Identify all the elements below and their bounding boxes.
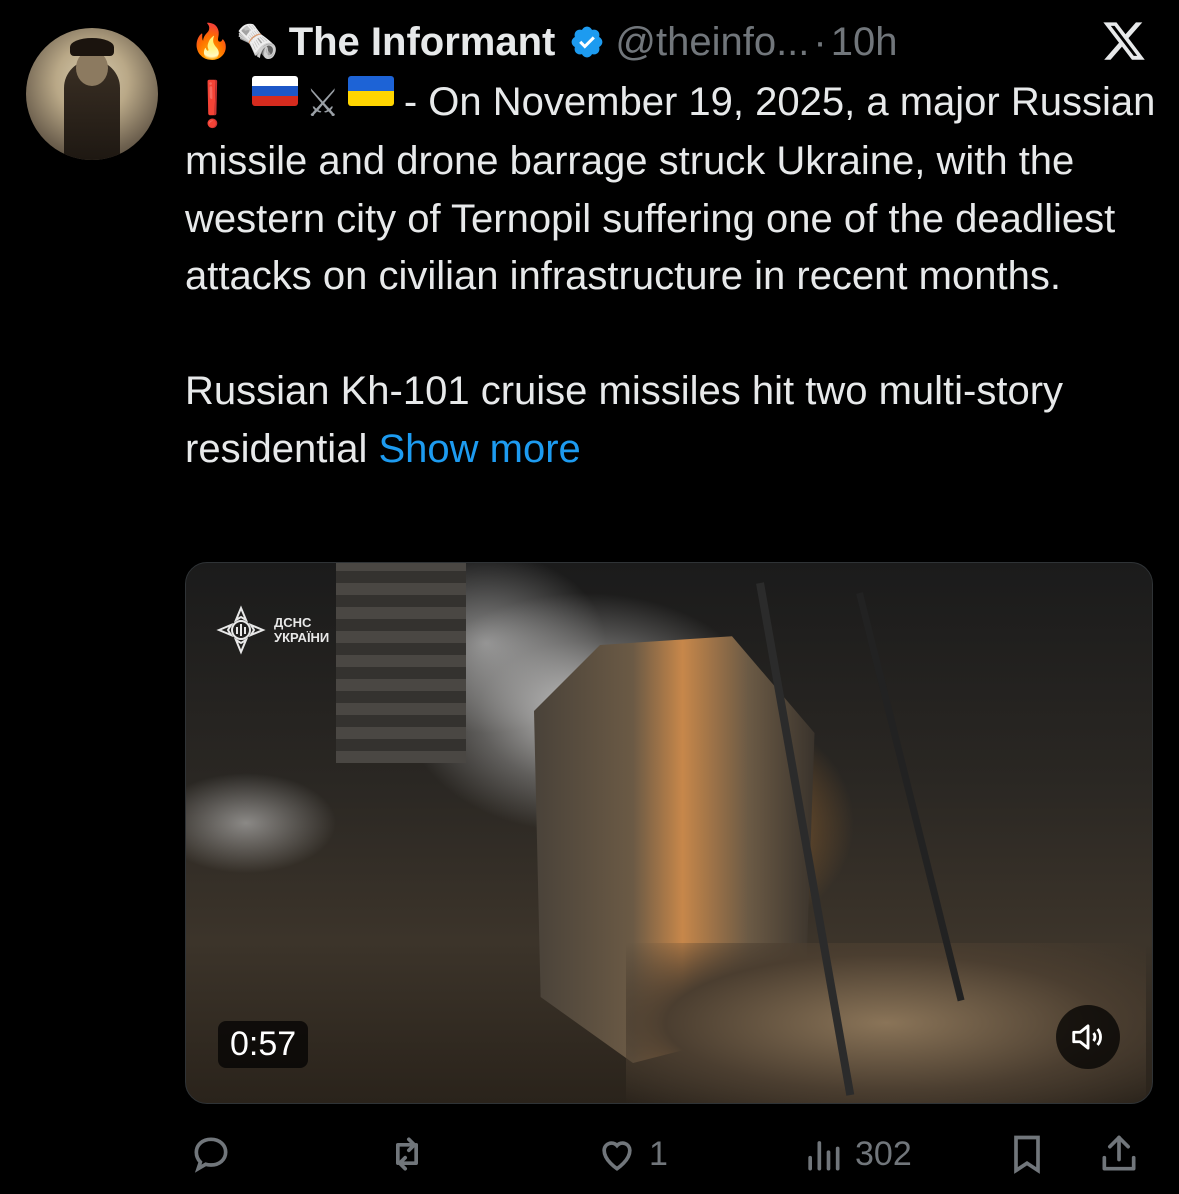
video-duration: 0:57: [218, 1021, 309, 1068]
heart-icon: [602, 1141, 632, 1171]
crane-boom-secondary: [856, 592, 965, 1002]
verified-badge-icon: [571, 26, 603, 58]
flags-row: ⚔: [251, 75, 394, 134]
fire-icon: 🔥: [190, 23, 233, 61]
dsns-line1: ДСНС: [274, 615, 312, 630]
dsns-watermark: ДСНС УКРАЇНИ: [216, 605, 329, 655]
avatar[interactable]: [26, 28, 158, 160]
tweet-body: ❗ ⚔ - On November 19, 2025, a major Russia…: [185, 74, 1160, 478]
dsns-emblem-icon: [216, 605, 266, 655]
show-more-link[interactable]: Show more: [378, 427, 580, 471]
sound-toggle-button[interactable]: [1056, 1005, 1120, 1069]
share-icon: [1102, 1135, 1136, 1171]
user-handle[interactable]: @theinfo...: [615, 20, 809, 65]
ukraine-flag-icon: [347, 75, 394, 106]
tweet-text-second: Russian Kh-101 cruise missiles hit two m…: [185, 369, 1064, 471]
views-button[interactable]: 302: [801, 1124, 912, 1184]
view-count: 302: [855, 1134, 912, 1173]
newspaper-icon: 🗞️: [236, 23, 279, 61]
reply-icon: [194, 1137, 228, 1173]
russia-flag-icon: [251, 75, 298, 106]
like-count: 1: [649, 1134, 668, 1173]
tweet-header: 🔥 🗞️ The Informant @theinfo... · 10h: [190, 14, 1160, 70]
exclamation-icon: ❗: [185, 79, 240, 129]
separator-dot: ·: [813, 19, 827, 64]
crossed-swords-icon: ⚔: [305, 82, 340, 125]
views-icon: [808, 1141, 840, 1171]
tweet-time[interactable]: 10h: [831, 20, 898, 65]
bookmark-button[interactable]: [1005, 1124, 1049, 1184]
repost-icon: [396, 1137, 418, 1171]
speaker-icon: [1072, 1024, 1102, 1050]
bookmark-icon: [1014, 1135, 1040, 1174]
display-name[interactable]: The Informant: [289, 20, 556, 65]
repost-button[interactable]: [385, 1124, 429, 1184]
share-button[interactable]: [1097, 1124, 1141, 1184]
like-button[interactable]: 1: [595, 1124, 668, 1184]
dsns-line2: УКРАЇНИ: [274, 630, 330, 645]
video-player[interactable]: ДСНС УКРАЇНИ 0:57: [185, 562, 1153, 1104]
background-tower: [336, 563, 466, 763]
dsns-text: ДСНС УКРАЇНИ: [274, 615, 329, 645]
reply-button[interactable]: [189, 1124, 233, 1184]
x-logo-icon[interactable]: [1101, 18, 1147, 64]
avatar-hat: [70, 38, 114, 56]
action-bar: 1 302: [185, 1124, 1155, 1184]
